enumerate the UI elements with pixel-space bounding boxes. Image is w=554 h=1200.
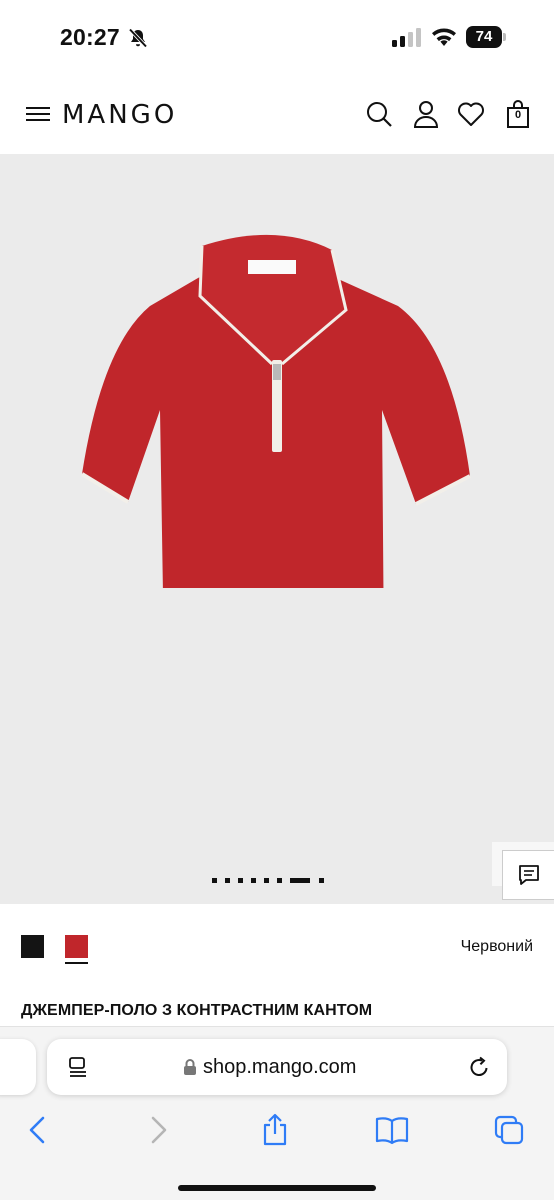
address-bar[interactable]: shop.mango.com [47, 1039, 507, 1095]
gallery-dot[interactable] [251, 878, 256, 883]
signal-icon [392, 28, 421, 47]
color-selector: Червоний [0, 904, 554, 984]
share-icon[interactable] [258, 1113, 292, 1147]
gallery-dot-active[interactable] [290, 878, 310, 883]
chat-button[interactable] [502, 850, 554, 900]
reload-icon[interactable] [467, 1055, 491, 1079]
gallery-dot[interactable] [238, 878, 243, 883]
chat-icon [519, 865, 539, 885]
brand-logo[interactable]: MANGO [62, 100, 177, 130]
selected-color-label: Червоний [460, 938, 533, 955]
search-icon[interactable] [364, 99, 394, 129]
previous-tab-peek[interactable] [0, 1039, 36, 1095]
bell-muted-icon [128, 28, 148, 48]
status-bar: 20:27 74 [0, 0, 554, 76]
site-header: MANGO 0 [0, 76, 554, 154]
gallery-dot[interactable] [319, 878, 324, 883]
product-title: ДЖЕМПЕР-ПОЛО З КОНТРАСТНИМ КАНТОМ [21, 1002, 373, 1019]
heart-icon[interactable] [456, 99, 486, 129]
wifi-icon [432, 28, 456, 46]
product-image[interactable] [80, 226, 474, 588]
forward-icon[interactable] [140, 1113, 174, 1147]
gallery-dot[interactable] [225, 878, 230, 883]
swatch-red[interactable] [65, 935, 88, 958]
lock-icon [184, 1059, 196, 1075]
product-gallery[interactable] [0, 154, 554, 904]
home-indicator [178, 1185, 376, 1191]
tabs-icon[interactable] [492, 1113, 526, 1147]
page-menu-icon[interactable] [67, 1056, 89, 1080]
gallery-dot[interactable] [264, 878, 269, 883]
url-text[interactable]: shop.mango.com [203, 1056, 356, 1079]
menu-icon[interactable] [24, 99, 54, 129]
bookmarks-icon[interactable] [375, 1113, 409, 1147]
account-icon[interactable] [411, 99, 441, 129]
gallery-dot[interactable] [277, 878, 282, 883]
battery-indicator: 74 [466, 26, 506, 48]
bag-count: 0 [514, 109, 522, 121]
swatch-black[interactable] [21, 935, 44, 958]
back-icon[interactable] [22, 1113, 56, 1147]
browser-bottom-bar: shop.mango.com [0, 1026, 554, 1200]
status-time: 20:27 [60, 24, 120, 50]
gallery-dot[interactable] [212, 878, 217, 883]
battery-level: 74 [475, 28, 493, 45]
selected-swatch-underline [65, 962, 88, 964]
